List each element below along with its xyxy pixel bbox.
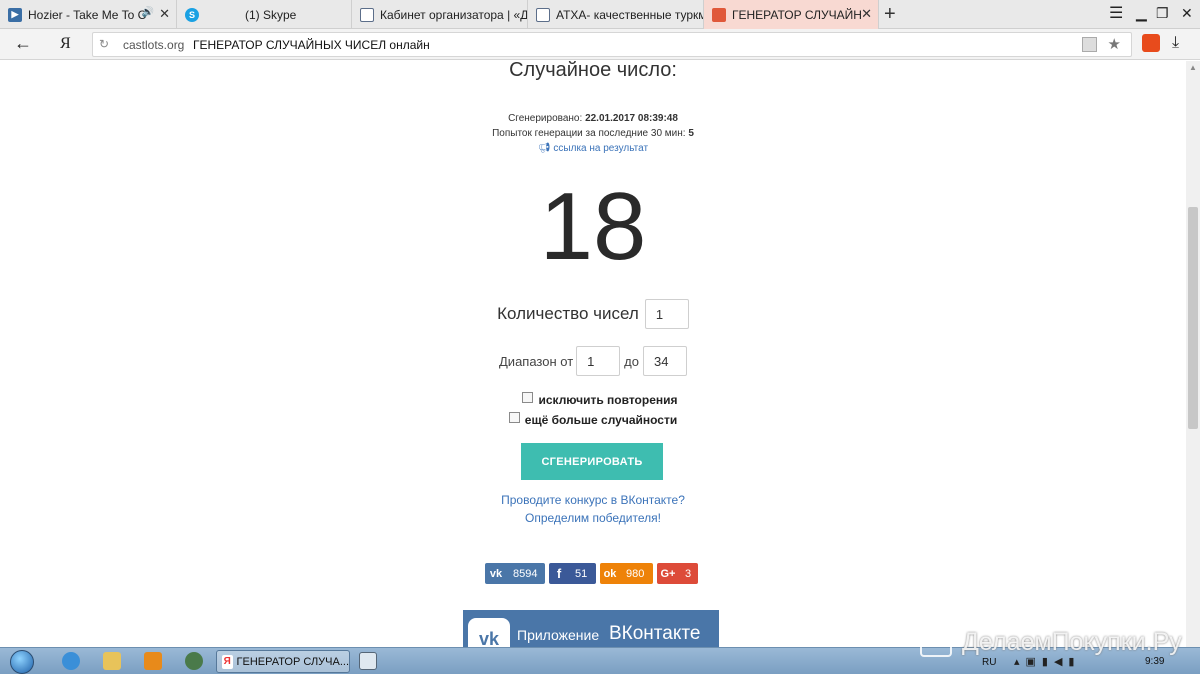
tab-title: ГЕНЕРАТОР СЛУЧАЙНЫХ (732, 7, 862, 22)
no-repeat-label[interactable]: исключить повторения (538, 393, 677, 407)
attempts-value: 5 (688, 128, 694, 139)
bookmark-star-icon[interactable]: ★ (1108, 35, 1121, 53)
yandex-logo[interactable]: Я (60, 35, 71, 53)
vertical-scrollbar[interactable]: ▲ (1186, 61, 1200, 647)
close-window-icon[interactable]: ✕ (1181, 5, 1193, 22)
folder-icon[interactable] (103, 652, 121, 670)
megaphone-icon: 📢︎ (537, 143, 551, 154)
no-repeat-checkbox[interactable] (522, 391, 534, 403)
page-content: Случайное число: Сгенерировано: 22.01.20… (0, 61, 1186, 647)
media-player-icon[interactable] (144, 652, 162, 670)
attempts-info: Попыток генерации за последние 30 мин: 5 (0, 128, 1186, 139)
more-random-checkbox[interactable] (508, 411, 520, 423)
promo-line-2[interactable]: Определим победителя! (0, 511, 1186, 525)
result-link[interactable]: 📢︎ ссылка на результат (0, 143, 1186, 154)
tab-skype[interactable]: S (1) Skype (177, 0, 352, 29)
page-heading: Случайное число: (509, 61, 677, 81)
tab-title: (1) Skype (245, 7, 297, 22)
page-icon (360, 7, 374, 22)
close-icon[interactable]: ✕ (861, 6, 872, 22)
result-number: 18 (539, 173, 647, 280)
vk-app-brand: ВКонтакте (609, 623, 701, 644)
start-button[interactable] (6, 648, 38, 675)
result-link-text[interactable]: ссылка на результат (553, 143, 648, 154)
watermark-text: ДелаемПокупки.Ру (962, 628, 1182, 656)
restore-icon[interactable]: ❐ (1156, 5, 1169, 22)
share-ok-button[interactable]: ok 980 (600, 563, 653, 584)
scrollbar-thumb[interactable] (1188, 207, 1198, 429)
count-row: Количество чисел (0, 299, 1186, 329)
share-count: 8594 (513, 567, 538, 580)
close-icon[interactable]: ✕ (159, 6, 170, 22)
menu-icon[interactable]: ☰ (1109, 3, 1123, 23)
generated-info: Сгенерировано: 22.01.2017 08:39:48 (0, 113, 1186, 124)
address-bar: ← Я ↻ castlots.org ГЕНЕРАТОР СЛУЧАЙНЫХ Ч… (0, 29, 1200, 60)
taskbar-active-window[interactable]: Я ГЕНЕРАТОР СЛУЧА... (216, 650, 350, 673)
vk-logo-icon: vk (468, 618, 510, 647)
share-count: 3 (685, 567, 692, 580)
tab-title: Hozier - Take Me To C (28, 7, 147, 22)
vk-icon: vk (489, 567, 503, 580)
windows-orb-icon (10, 649, 34, 674)
back-arrow-icon[interactable]: ← (14, 33, 32, 54)
youtube-icon: ▶ (8, 7, 22, 22)
app-icon[interactable] (185, 652, 203, 670)
share-count: 51 (575, 567, 588, 580)
castlots-icon (712, 7, 726, 22)
yandex-browser-icon: Я (222, 654, 233, 669)
generated-label: Сгенерировано: (508, 113, 583, 124)
url-field[interactable]: ↻ castlots.org ГЕНЕРАТОР СЛУЧАЙНЫХ ЧИСЕЛ… (92, 32, 1132, 57)
share-vk-button[interactable]: vk 8594 (485, 563, 545, 584)
tab-organizer[interactable]: Кабинет организатора | «Д (352, 0, 528, 29)
url-page-title: ГЕНЕРАТОР СЛУЧАЙНЫХ ЧИСЕЛ онлайн (193, 38, 430, 52)
more-random-label[interactable]: ещё больше случайности (525, 413, 677, 427)
share-facebook-button[interactable]: f 51 (549, 563, 596, 584)
audio-icon[interactable]: 🔊 (142, 7, 154, 18)
share-count: 980 (626, 567, 645, 580)
tab-hozier[interactable]: ▶ Hozier - Take Me To C 🔊 ✕ (0, 0, 177, 29)
range-to-label: до (624, 353, 639, 369)
reload-icon[interactable]: ↻ (99, 37, 109, 51)
share-gplus-button[interactable]: G+ 3 (657, 563, 698, 584)
count-label: Количество чисел (497, 304, 639, 323)
no-repeat-row: исключить повторения (0, 391, 1186, 408)
minimize-icon[interactable]: ▁ (1136, 5, 1147, 22)
odnoklassniki-icon: ok (603, 567, 617, 580)
generated-value: 22.01.2017 08:39:48 (585, 113, 678, 124)
scroll-up-icon[interactable]: ▲ (1189, 63, 1197, 72)
extension-icon[interactable] (1142, 34, 1160, 52)
facebook-icon: f (556, 566, 562, 581)
ie-icon[interactable] (62, 652, 80, 670)
generate-button[interactable]: СГЕНЕРИРОВАТЬ (521, 443, 663, 480)
page-icon (536, 7, 550, 22)
taskbar-window-title: ГЕНЕРАТОР СЛУЧА... (236, 655, 349, 668)
attempts-label: Попыток генерации за последние 30 мин: (492, 128, 686, 139)
google-plus-icon: G+ (660, 567, 676, 580)
range-row: Диапазон от до (0, 346, 1186, 376)
taskbar-clock[interactable]: 9:39 (1145, 656, 1164, 667)
tab-generator[interactable]: ГЕНЕРАТОР СЛУЧАЙНЫХ ✕ (704, 0, 879, 29)
range-to-input[interactable] (642, 346, 687, 376)
range-from-label: Диапазон от (499, 353, 574, 369)
new-tab-button[interactable]: + (884, 3, 896, 26)
promo-line-1[interactable]: Проводите конкурс в ВКонтакте? (0, 493, 1186, 507)
count-input[interactable] (644, 299, 689, 329)
more-random-row: ещё больше случайности (0, 411, 1186, 428)
url-domain: castlots.org (123, 38, 185, 52)
download-icon[interactable]: ⤓ (1172, 34, 1179, 52)
skype-icon: S (185, 7, 199, 22)
tab-strip: ▶ Hozier - Take Me To C 🔊 ✕ S (1) Skype … (0, 0, 1200, 29)
language-indicator[interactable]: RU (982, 657, 996, 668)
tab-title: АТХА- качественные туркм (556, 7, 703, 22)
vk-app-label: Приложение (517, 627, 600, 643)
protect-icon[interactable] (1082, 37, 1097, 52)
notepad-icon[interactable] (359, 652, 377, 670)
range-from-input[interactable] (576, 346, 621, 376)
tab-title: Кабинет организатора | «Д (380, 7, 527, 22)
tab-atha[interactable]: АТХА- качественные туркм (528, 0, 704, 29)
watermark-icon (920, 632, 952, 657)
vk-app-banner[interactable]: vk Приложение ВКонтакте (463, 610, 719, 647)
